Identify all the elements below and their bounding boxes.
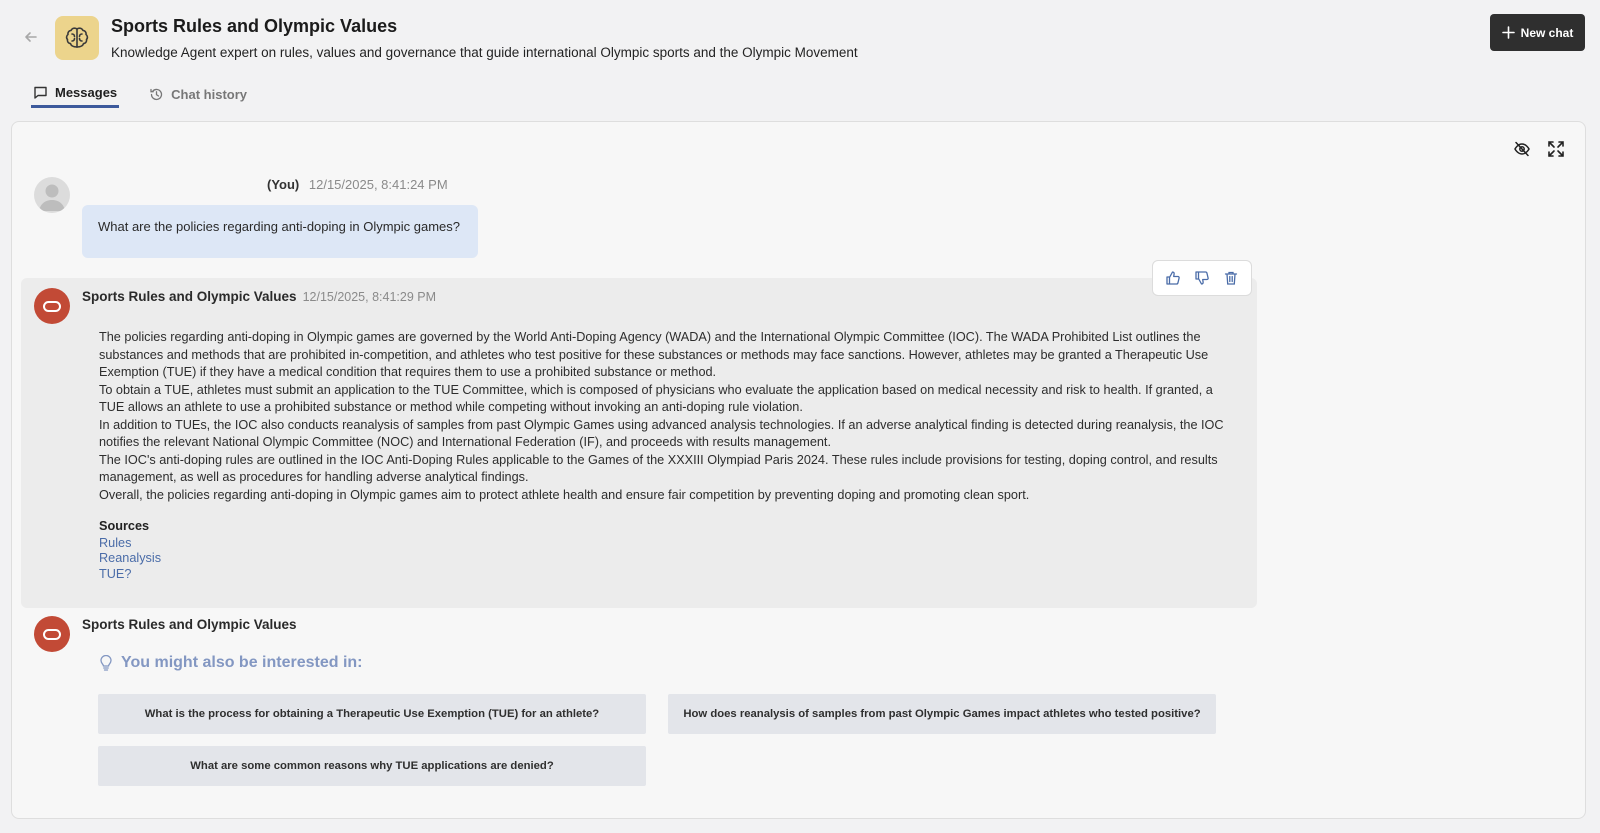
bot-answer: The policies regarding anti-doping in Ol… [99,329,1229,504]
bot-author: Sports Rules and Olympic Values [82,289,297,304]
new-chat-button[interactable]: New chat [1490,14,1585,51]
page-header: Sports Rules and Olympic Values Knowledg… [0,0,1600,120]
answer-paragraph: The policies regarding anti-doping in Ol… [99,330,1209,379]
panel-toolbar [1513,140,1565,158]
answer-paragraph: The IOC's anti-doping rules are outlined… [99,452,1218,485]
chat-panel: (You) 12/15/2025, 8:41:24 PM What are th… [11,121,1586,819]
answer-paragraph: In addition to TUEs, the IOC also conduc… [99,417,1224,450]
suggestion-chip[interactable]: How does reanalysis of samples from past… [668,694,1216,734]
sources-section: Sources Rules Reanalysis TUE? [99,519,161,582]
suggestion-chip[interactable]: What are some common reasons why TUE app… [98,746,646,786]
bot-avatar [34,616,70,652]
sources-heading: Sources [99,519,150,533]
user-message-bubble: What are the policies regarding anti-dop… [82,205,478,258]
thumbs-up-icon[interactable] [1165,270,1181,286]
history-icon [150,88,163,100]
suggestion-chip[interactable]: What is the process for obtaining a Ther… [98,694,646,734]
bot-message-meta: Sports Rules and Olympic Values 12/15/202… [82,289,436,304]
source-link-reanalysis[interactable]: Reanalysis [99,551,161,567]
bot-avatar [34,288,70,324]
suggestions-title: You might also be interested in: [121,654,363,671]
user-author: (You) [267,177,300,192]
tab-chat-history-label: Chat history [171,86,247,102]
user-avatar [34,177,70,213]
tab-chat-history[interactable]: Chat history [147,80,249,108]
message-actions [1152,260,1252,296]
tab-bar: Messages Chat history [31,80,249,110]
tab-messages-label: Messages [55,85,118,100]
source-link-rules[interactable]: Rules [99,536,161,552]
plus-icon [1501,26,1515,39]
new-chat-label: New chat [1520,25,1574,40]
user-message-meta: (You) 12/15/2025, 8:41:24 PM [267,177,448,192]
answer-paragraph: To obtain a TUE, athletes must submit an… [99,382,1213,415]
brain-icon [55,16,99,60]
expand-icon[interactable] [1547,140,1565,158]
suggestions-heading: You might also be interested in: [99,654,363,672]
source-link-tue[interactable]: TUE? [99,567,161,583]
eye-off-icon[interactable] [1513,140,1531,158]
suggestions-author: Sports Rules and Olympic Values [82,617,297,632]
page-title: Sports Rules and Olympic Values [111,16,398,36]
back-arrow-icon[interactable] [22,28,40,46]
trash-icon[interactable] [1223,270,1239,286]
lightbulb-icon [100,655,112,671]
thumbs-down-icon[interactable] [1194,270,1210,286]
bot-timestamp: 12/15/2025, 8:41:29 PM [302,290,437,304]
page-subtitle: Knowledge Agent expert on rules, values … [111,45,858,60]
tab-messages[interactable]: Messages [31,80,120,108]
user-timestamp: 12/15/2025, 8:41:24 PM [308,177,448,192]
message-icon [34,86,47,99]
answer-paragraph: Overall, the policies regarding anti-dop… [99,487,1030,502]
